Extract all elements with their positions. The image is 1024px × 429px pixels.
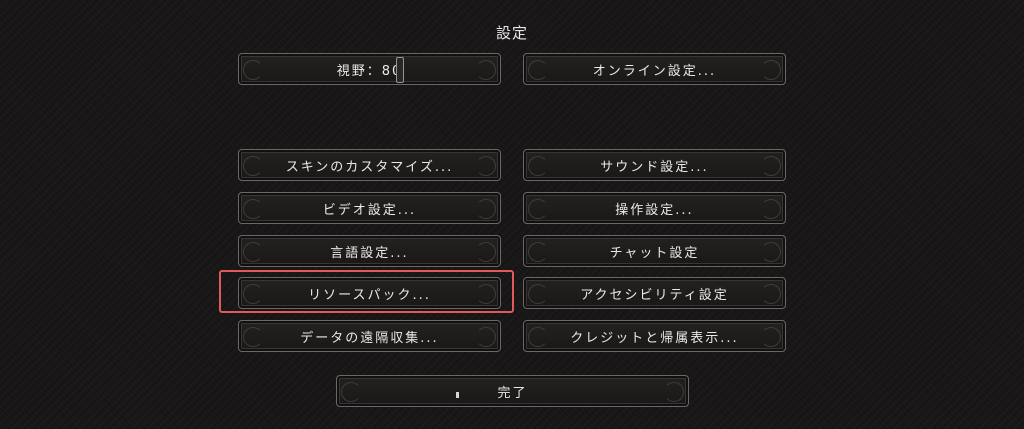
done-label: 完了	[497, 385, 528, 401]
page-title: 設定	[495, 24, 528, 42]
controls-settings-button[interactable]: 操作設定...	[523, 192, 786, 224]
fov-slider[interactable]: 視野：80	[238, 53, 501, 85]
sound-settings-button[interactable]: サウンド設定...	[523, 149, 786, 181]
chat-settings-button[interactable]: チャット設定	[523, 235, 786, 267]
credits-button[interactable]: クレジットと帰属表示...	[523, 320, 786, 352]
chat-settings-label: チャット設定	[609, 245, 700, 261]
done-button[interactable]: 完了	[336, 375, 689, 407]
resource-packs-button[interactable]: リソースパック...	[238, 277, 501, 309]
resource-packs-label: リソースパック...	[308, 287, 431, 303]
online-settings-label: オンライン設定...	[592, 63, 717, 79]
telemetry-label: データの遠隔収集...	[300, 330, 439, 346]
skin-customization-label: スキンのカスタマイズ...	[285, 159, 454, 175]
telemetry-button[interactable]: データの遠隔収集...	[238, 320, 501, 352]
skin-customization-button[interactable]: スキンのカスタマイズ...	[238, 149, 501, 181]
accessibility-settings-button[interactable]: アクセシビリティ設定	[523, 277, 786, 309]
fov-slider-label: 視野：80	[336, 63, 403, 79]
language-settings-label: 言語設定...	[330, 245, 409, 261]
online-settings-button[interactable]: オンライン設定...	[523, 53, 786, 85]
controls-settings-label: 操作設定...	[615, 202, 694, 218]
sound-settings-label: サウンド設定...	[600, 159, 709, 175]
video-settings-button[interactable]: ビデオ設定...	[238, 192, 501, 224]
credits-label: クレジットと帰属表示...	[570, 330, 739, 346]
fov-slider-handle[interactable]	[396, 57, 404, 83]
video-settings-label: ビデオ設定...	[322, 202, 417, 218]
language-settings-button[interactable]: 言語設定...	[238, 235, 501, 267]
accessibility-settings-label: アクセシビリティ設定	[580, 287, 729, 303]
